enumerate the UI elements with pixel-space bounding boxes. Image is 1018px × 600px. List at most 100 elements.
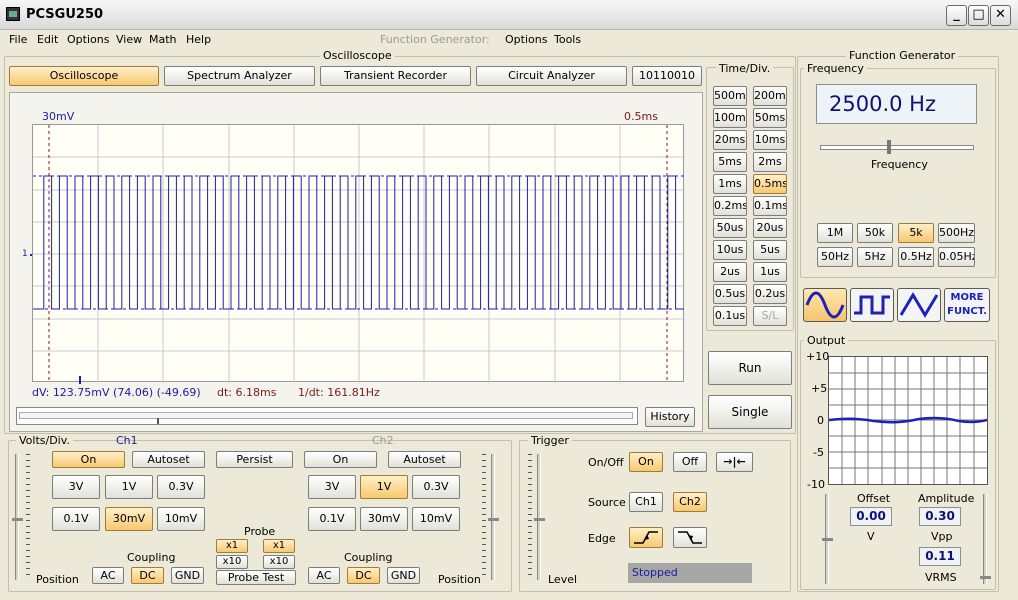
- timediv-button[interactable]: 20us: [753, 218, 787, 238]
- scope-screen[interactable]: [32, 124, 685, 383]
- more-functions-button[interactable]: MORE FUNCT.: [944, 288, 990, 322]
- run-button[interactable]: Run: [708, 351, 792, 385]
- menu-edit[interactable]: Edit: [37, 33, 58, 46]
- trigger-position-marker[interactable]: [79, 376, 81, 384]
- menu-help[interactable]: Help: [186, 33, 211, 46]
- timediv-button[interactable]: 0.5ms: [753, 174, 787, 194]
- trigger-level-slider[interactable]: [537, 454, 541, 580]
- ch2-10mv-button[interactable]: 10mV: [412, 507, 460, 531]
- timediv-button[interactable]: 10ms: [753, 130, 787, 150]
- frequency-range-button[interactable]: 5k: [898, 223, 934, 243]
- persist-button[interactable]: Persist: [216, 451, 293, 468]
- ch2-position-knob[interactable]: [488, 518, 499, 521]
- frequency-slider-knob[interactable]: [887, 140, 891, 154]
- ch1-probe-x10-button[interactable]: x10: [216, 555, 248, 569]
- maximize-button[interactable]: □: [968, 5, 989, 26]
- ch1-0.1v-button[interactable]: 0.1V: [52, 507, 100, 531]
- timediv-button[interactable]: 0.5us: [713, 284, 747, 304]
- tab-logic-analyzer[interactable]: 10110010: [632, 66, 702, 86]
- frequency-range-button[interactable]: 500Hz: [938, 223, 975, 243]
- timediv-button[interactable]: 2ms: [753, 152, 787, 172]
- ch1-dc-button[interactable]: DC: [131, 567, 164, 584]
- menu-math[interactable]: Math: [149, 33, 177, 46]
- ch2-probe-x1-button[interactable]: x1: [263, 539, 295, 553]
- timediv-button[interactable]: 500ms: [713, 86, 747, 106]
- sine-wave-icon[interactable]: [803, 288, 847, 322]
- trigger-center-icon[interactable]: →|←: [716, 452, 753, 472]
- probe-test-button[interactable]: Probe Test: [216, 570, 296, 585]
- menu-fg-options[interactable]: Options: [505, 33, 547, 46]
- ch2-autoset-button[interactable]: Autoset: [388, 451, 461, 468]
- record-scrollbar[interactable]: [16, 407, 638, 425]
- ch2-3v-button[interactable]: 3V: [308, 475, 356, 499]
- ch1-autoset-button[interactable]: Autoset: [132, 451, 205, 468]
- ch1-0.3v-button[interactable]: 0.3V: [157, 475, 205, 499]
- timediv-button[interactable]: 50ms: [753, 108, 787, 128]
- trigger-on-button[interactable]: On: [629, 452, 663, 472]
- tab-transient-recorder[interactable]: Transient Recorder: [320, 66, 471, 86]
- frequency-range-button[interactable]: 50Hz: [817, 247, 853, 267]
- ch1-on-button[interactable]: On: [52, 451, 125, 468]
- frequency-range-button[interactable]: 50k: [857, 223, 893, 243]
- ch1-3v-button[interactable]: 3V: [52, 475, 100, 499]
- timediv-button[interactable]: 20ms: [713, 130, 747, 150]
- ch1-10mv-button[interactable]: 10mV: [157, 507, 205, 531]
- trigger-source-ch1-button[interactable]: Ch1: [629, 492, 663, 512]
- trigger-off-button[interactable]: Off: [673, 452, 707, 472]
- ch1-position-slider[interactable]: [15, 454, 19, 580]
- ch2-probe-x10-button[interactable]: x10: [263, 555, 295, 569]
- history-button[interactable]: History: [645, 407, 695, 427]
- amplitude-slider-knob[interactable]: [980, 576, 991, 579]
- minimize-button[interactable]: _: [946, 5, 967, 26]
- ch2-position-slider[interactable]: [491, 454, 495, 580]
- ch2-dc-button[interactable]: DC: [347, 567, 380, 584]
- timediv-button[interactable]: 5us: [753, 240, 787, 260]
- trigger-source-ch2-button[interactable]: Ch2: [673, 492, 707, 512]
- triangle-wave-icon[interactable]: [897, 288, 941, 322]
- ch1-ac-button[interactable]: AC: [92, 567, 124, 584]
- ch1-30mv-button[interactable]: 30mV: [105, 507, 153, 531]
- timediv-button[interactable]: 0.2us: [753, 284, 787, 304]
- menu-fg-tools[interactable]: Tools: [554, 33, 581, 46]
- timediv-button[interactable]: 50us: [713, 218, 747, 238]
- frequency-range-button[interactable]: 0.5Hz: [898, 247, 934, 267]
- timediv-button[interactable]: 1us: [753, 262, 787, 282]
- timediv-button[interactable]: 5ms: [713, 152, 747, 172]
- timediv-button[interactable]: S/L: [753, 306, 787, 326]
- rising-edge-icon[interactable]: [629, 527, 663, 548]
- ch2-1v-button[interactable]: 1V: [360, 475, 408, 499]
- ch2-gnd-button[interactable]: GND: [387, 567, 420, 584]
- falling-edge-icon[interactable]: [673, 527, 707, 548]
- frequency-range-button[interactable]: 1M: [817, 223, 853, 243]
- ch1-position-knob[interactable]: [12, 518, 23, 521]
- offset-slider-knob[interactable]: [822, 538, 833, 541]
- ch2-0.3v-button[interactable]: 0.3V: [412, 475, 460, 499]
- ch2-0.1v-button[interactable]: 0.1V: [308, 507, 356, 531]
- timediv-button[interactable]: 0.1us: [713, 306, 747, 326]
- menu-view[interactable]: View: [116, 33, 142, 46]
- timediv-button[interactable]: 100ms: [713, 108, 747, 128]
- square-wave-icon[interactable]: [850, 288, 894, 322]
- menu-options[interactable]: Options: [67, 33, 109, 46]
- tab-spectrum-analyzer[interactable]: Spectrum Analyzer: [164, 66, 315, 86]
- timediv-button[interactable]: 10us: [713, 240, 747, 260]
- amplitude-slider[interactable]: [983, 494, 987, 584]
- menu-file[interactable]: File: [9, 33, 27, 46]
- ch1-gnd-button[interactable]: GND: [171, 567, 204, 584]
- ch2-ac-button[interactable]: AC: [308, 567, 340, 584]
- frequency-slider[interactable]: [820, 145, 974, 150]
- tab-oscilloscope[interactable]: Oscilloscope: [9, 66, 159, 86]
- timediv-button[interactable]: 200ms: [753, 86, 787, 106]
- ch2-on-button[interactable]: On: [304, 451, 377, 468]
- timediv-button[interactable]: 2us: [713, 262, 747, 282]
- ch2-30mv-button[interactable]: 30mV: [360, 507, 408, 531]
- trigger-level-knob[interactable]: [534, 518, 545, 521]
- ch1-1v-button[interactable]: 1V: [105, 475, 153, 499]
- frequency-range-button[interactable]: 0.05Hz: [938, 247, 975, 267]
- tab-circuit-analyzer[interactable]: Circuit Analyzer: [476, 66, 627, 86]
- frequency-range-button[interactable]: 5Hz: [857, 247, 893, 267]
- timediv-button[interactable]: 0.1ms: [753, 196, 787, 216]
- ch1-probe-x1-button[interactable]: x1: [216, 539, 248, 553]
- timediv-button[interactable]: 0.2ms: [713, 196, 747, 216]
- timediv-button[interactable]: 1ms: [713, 174, 747, 194]
